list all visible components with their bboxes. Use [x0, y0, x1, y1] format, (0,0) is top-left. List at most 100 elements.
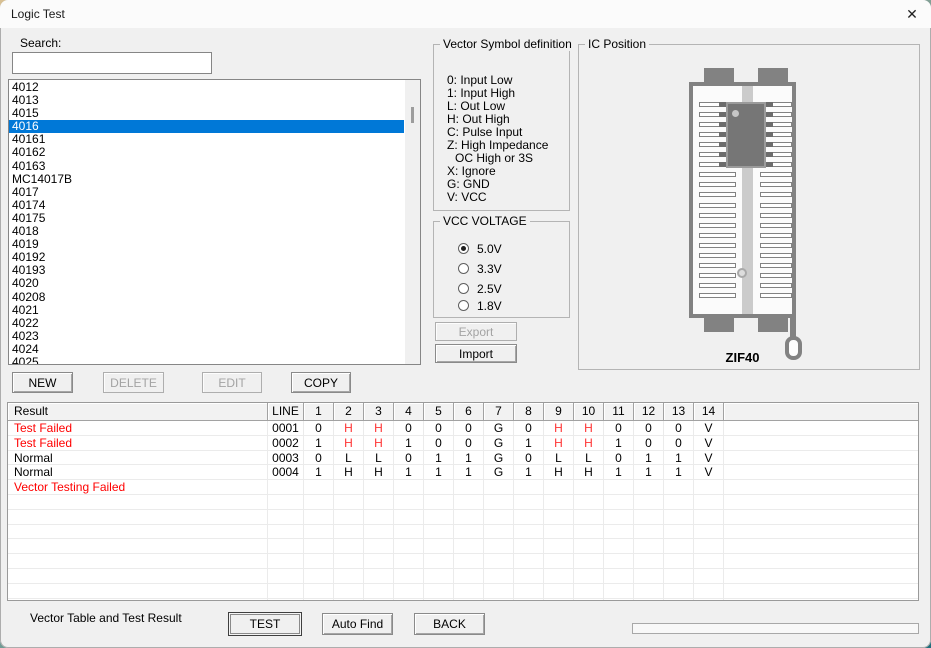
vector-cell: [694, 569, 724, 584]
vector-cell: 1: [514, 436, 544, 451]
vector-symbol-groupbox: Vector Symbol definition 0: Input Low1: …: [433, 44, 570, 211]
list-item[interactable]: 4023: [9, 330, 404, 343]
column-header-result[interactable]: Result: [8, 403, 268, 421]
column-header-pin[interactable]: 11: [604, 403, 634, 421]
table-row[interactable]: Test Failed00010HH000G0HH000V: [8, 421, 918, 436]
back-button[interactable]: BACK: [414, 613, 485, 635]
logic-test-dialog: Logic Test ✕ Search: 4012401340154016401…: [0, 0, 931, 648]
list-item[interactable]: 40208: [9, 291, 404, 304]
column-header-pin[interactable]: 2: [334, 403, 364, 421]
vector-cell: [484, 525, 514, 540]
auto-find-button[interactable]: Auto Find: [322, 613, 393, 635]
vector-cell: H: [334, 465, 364, 480]
column-header-pin[interactable]: 12: [634, 403, 664, 421]
table-row[interactable]: Test Failed00021HH100G1HH100V: [8, 436, 918, 451]
vector-cell: [544, 510, 574, 525]
vector-cell: [574, 599, 604, 601]
socket-tab: [758, 316, 788, 332]
list-item[interactable]: 40162: [9, 146, 404, 159]
column-header-pin[interactable]: 1: [304, 403, 334, 421]
vector-cell: [334, 569, 364, 584]
new-button[interactable]: NEW: [12, 372, 73, 393]
list-item[interactable]: 4015: [9, 107, 404, 120]
column-header-pin[interactable]: 5: [424, 403, 454, 421]
vector-cell: L: [364, 451, 394, 466]
column-header-pin[interactable]: 8: [514, 403, 544, 421]
table-row: [8, 510, 918, 525]
status-label: Vector Table and Test Result: [30, 611, 182, 625]
list-item[interactable]: 4013: [9, 94, 404, 107]
list-item[interactable]: 4018: [9, 225, 404, 238]
pin-slot: [699, 172, 736, 177]
vector-cell: [334, 554, 364, 569]
column-header-pin[interactable]: 7: [484, 403, 514, 421]
column-header-pin[interactable]: 6: [454, 403, 484, 421]
vector-cell: [304, 569, 334, 584]
test-button[interactable]: TEST: [228, 612, 302, 636]
vector-cell: [304, 584, 334, 599]
column-header-pin[interactable]: 13: [664, 403, 694, 421]
list-item[interactable]: 40193: [9, 264, 404, 277]
table-row[interactable]: Normal00030LL011G0LL011V: [8, 451, 918, 466]
list-item[interactable]: 40163: [9, 160, 404, 173]
list-item[interactable]: 4021: [9, 304, 404, 317]
result-cell: [8, 510, 268, 525]
column-header-pin[interactable]: 4: [394, 403, 424, 421]
pin-slot: [760, 243, 792, 248]
vector-cell: [664, 599, 694, 601]
vector-cell: 1: [604, 465, 634, 480]
import-button[interactable]: Import: [435, 344, 517, 363]
vector-cell: [664, 480, 694, 495]
column-header-pin[interactable]: 9: [544, 403, 574, 421]
radio-selected-icon[interactable]: [458, 243, 469, 254]
list-item[interactable]: 4017: [9, 186, 404, 199]
vector-cell: 1: [634, 451, 664, 466]
list-item[interactable]: MC14017B: [9, 173, 404, 186]
vector-cell: [664, 569, 694, 584]
vector-cell: [424, 495, 454, 510]
radio-icon[interactable]: [458, 263, 469, 274]
list-item[interactable]: 40175: [9, 212, 404, 225]
search-input[interactable]: [12, 52, 212, 74]
column-header-pin[interactable]: 14: [694, 403, 724, 421]
table-row[interactable]: Normal00041HH111G1HH111V: [8, 465, 918, 480]
device-list-scrollbar[interactable]: [405, 80, 420, 364]
vector-cell: [394, 539, 424, 554]
list-item[interactable]: 4016: [9, 120, 404, 133]
list-item[interactable]: 4020: [9, 277, 404, 290]
column-header-pin[interactable]: 3: [364, 403, 394, 421]
result-cell: [8, 525, 268, 540]
close-icon[interactable]: ✕: [899, 3, 925, 25]
list-item[interactable]: 4012: [9, 81, 404, 94]
pin-slot: [699, 293, 736, 298]
pin-slot: [699, 243, 736, 248]
column-header-line[interactable]: LINE: [268, 403, 304, 421]
column-header-pin[interactable]: 10: [574, 403, 604, 421]
copy-button[interactable]: COPY: [291, 372, 351, 393]
vector-cell: V: [694, 436, 724, 451]
list-item[interactable]: 40161: [9, 133, 404, 146]
vector-cell: [514, 554, 544, 569]
scrollbar-thumb[interactable]: [411, 107, 414, 123]
list-item[interactable]: 4024: [9, 343, 404, 356]
table-row[interactable]: Vector Testing Failed: [8, 480, 918, 495]
vector-cell: [634, 510, 664, 525]
vector-cell: 1: [304, 436, 334, 451]
list-item[interactable]: 4022: [9, 317, 404, 330]
vector-cell: [514, 480, 544, 495]
list-item[interactable]: 40174: [9, 199, 404, 212]
vector-cell: [484, 539, 514, 554]
radio-icon[interactable]: [458, 283, 469, 294]
filler-cell: [724, 510, 918, 525]
vector-cell: [694, 554, 724, 569]
vector-cell: [574, 584, 604, 599]
list-item[interactable]: 4019: [9, 238, 404, 251]
socket-lever: [790, 316, 796, 338]
list-item[interactable]: 40192: [9, 251, 404, 264]
list-item[interactable]: 4025: [9, 356, 404, 365]
radio-icon[interactable]: [458, 300, 469, 311]
vcc-voltage-title: VCC VOLTAGE: [440, 214, 530, 228]
device-list[interactable]: 4012401340154016401614016240163MC14017B4…: [8, 79, 421, 365]
vector-cell: [514, 525, 544, 540]
line-cell: 0004: [268, 465, 304, 480]
